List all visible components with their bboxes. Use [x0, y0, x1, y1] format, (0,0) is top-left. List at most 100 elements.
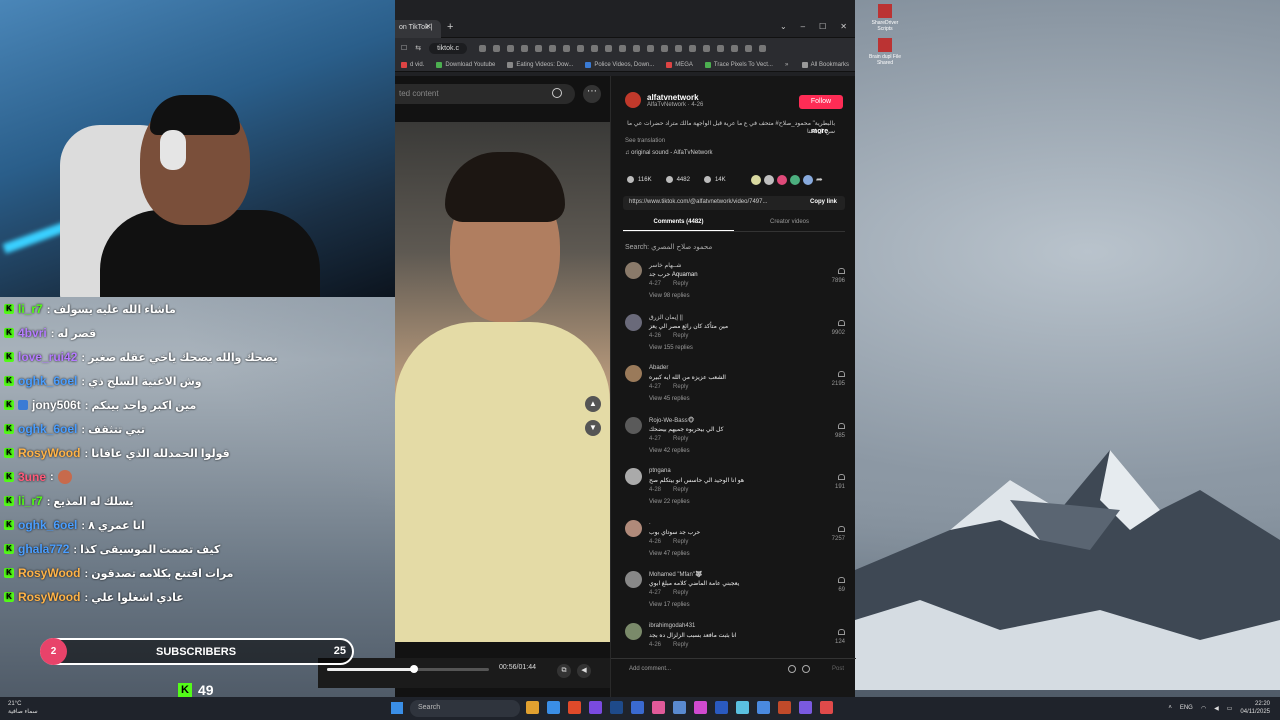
- heart-icon[interactable]: [838, 268, 845, 274]
- search-suggestion[interactable]: Search: محمود صلاح المصري: [625, 243, 712, 251]
- reply-button[interactable]: Reply: [673, 539, 688, 545]
- extension-icon[interactable]: [548, 44, 556, 52]
- extension-icon[interactable]: [562, 44, 570, 52]
- bookmarks-overflow-icon[interactable]: »: [785, 62, 788, 68]
- tab-creator-videos[interactable]: Creator videos: [734, 216, 845, 231]
- avatar[interactable]: [625, 262, 642, 279]
- reply-button[interactable]: Reply: [673, 384, 688, 390]
- comment-username[interactable]: Mohamed "Mfan"🐺: [649, 571, 702, 578]
- comment-username[interactable]: ptngana: [649, 468, 671, 474]
- heart-icon[interactable]: [838, 525, 845, 532]
- reply-button[interactable]: Reply: [673, 590, 688, 596]
- url-field[interactable]: tiktok.c: [429, 42, 467, 54]
- heart-icon[interactable]: [838, 577, 845, 583]
- bookmark-item[interactable]: Police Videos, Down...: [585, 61, 654, 68]
- copy-link-button[interactable]: Copy link: [810, 199, 837, 205]
- author-info[interactable]: alfatvnetwork AlfaTvNetwork · 4-26: [625, 92, 703, 108]
- extension-icon[interactable]: [716, 44, 724, 52]
- taskbar-app-icon[interactable]: [610, 701, 623, 714]
- close-window-icon[interactable]: ✕: [840, 22, 847, 31]
- close-tab-icon[interactable]: ✕: [425, 22, 432, 31]
- taskbar-app-icon[interactable]: [778, 701, 791, 714]
- extension-icon[interactable]: [702, 44, 710, 52]
- site-settings-icon[interactable]: ⇆: [415, 44, 421, 52]
- comment-button[interactable]: 4482: [665, 176, 690, 183]
- view-replies-link[interactable]: View 45 replies: [649, 396, 690, 402]
- save-button[interactable]: 14K: [703, 176, 726, 183]
- start-icon[interactable]: [391, 702, 403, 714]
- avatar[interactable]: [625, 468, 642, 485]
- taskbar-app-icon[interactable]: [547, 701, 560, 714]
- taskbar-app-icon[interactable]: [799, 701, 812, 714]
- taskbar-app-icon[interactable]: [820, 701, 833, 714]
- pip-icon[interactable]: ⧉: [557, 664, 571, 678]
- extension-icon[interactable]: [506, 44, 514, 52]
- taskbar-app-icon[interactable]: [652, 701, 665, 714]
- reply-button[interactable]: Reply: [673, 333, 688, 339]
- heart-icon[interactable]: [838, 474, 845, 480]
- comment-username[interactable]: شــهام خاسر: [649, 262, 681, 269]
- view-replies-link[interactable]: View 42 replies: [649, 448, 690, 454]
- reply-button[interactable]: Reply: [673, 487, 688, 493]
- wifi-icon[interactable]: ◠: [1201, 705, 1206, 712]
- bookmark-item[interactable]: Download Youtube: [436, 61, 495, 68]
- taskbar-app-icon[interactable]: [694, 701, 707, 714]
- comment-username[interactable]: Rojo-We-Bass🐵: [649, 417, 695, 424]
- extension-icon[interactable]: [674, 44, 682, 52]
- tab-tiktok[interactable]: on TikTok |: [395, 20, 441, 38]
- clock[interactable]: 22:20 04/11/2025: [1240, 700, 1270, 716]
- heart-icon[interactable]: [838, 319, 845, 326]
- heart-icon[interactable]: [838, 371, 845, 377]
- reply-button[interactable]: Reply: [673, 642, 688, 648]
- share-option-icon[interactable]: [777, 175, 787, 185]
- comment-username[interactable]: .: [649, 520, 651, 526]
- extension-icon[interactable]: [744, 44, 752, 52]
- search-input[interactable]: ted content: [395, 84, 575, 104]
- minimize-icon[interactable]: –: [801, 22, 805, 31]
- taskbar-app-icon[interactable]: [589, 701, 602, 714]
- avatar[interactable]: [625, 365, 642, 382]
- avatar[interactable]: [625, 571, 642, 588]
- taskbar-app-icon[interactable]: [736, 701, 749, 714]
- share-option-icon[interactable]: [790, 175, 800, 185]
- previous-video-button[interactable]: ▲: [585, 396, 601, 412]
- view-replies-link[interactable]: View 17 replies: [649, 602, 690, 608]
- taskbar-app-icon[interactable]: [673, 701, 686, 714]
- menu-icon[interactable]: [758, 44, 766, 52]
- next-video-button[interactable]: ▼: [585, 420, 601, 436]
- extension-icon[interactable]: [520, 44, 528, 52]
- battery-icon[interactable]: ▭: [1227, 705, 1233, 712]
- video-player[interactable]: ▲ ▼: [395, 122, 610, 642]
- extension-icon[interactable]: [730, 44, 738, 52]
- like-button[interactable]: 116K: [627, 176, 652, 183]
- avatar[interactable]: [625, 92, 641, 108]
- extension-icon[interactable]: [618, 44, 626, 52]
- seek-handle[interactable]: [410, 665, 419, 673]
- extension-icon[interactable]: [576, 44, 584, 52]
- reply-button[interactable]: Reply: [673, 281, 688, 287]
- add-comment-field[interactable]: Add comment... Post: [611, 658, 856, 680]
- bookmark-item[interactable]: Eating Videos: Dow...: [507, 61, 573, 68]
- bookmark-item[interactable]: d vid.: [401, 61, 424, 68]
- bookmark-icon[interactable]: ☐: [401, 44, 407, 52]
- bookmark-item[interactable]: Trace Pixels To Vect...: [704, 61, 773, 68]
- desktop-icon[interactable]: Brain dupl File Shared: [865, 38, 905, 66]
- share-more-icon[interactable]: ➦: [816, 175, 826, 185]
- heart-icon[interactable]: [838, 422, 845, 429]
- tab-comments[interactable]: Comments (4482): [623, 216, 734, 231]
- volume-icon[interactable]: ◀: [577, 664, 591, 678]
- heart-icon[interactable]: [838, 628, 845, 635]
- extension-icon[interactable]: [590, 44, 598, 52]
- more-link[interactable]: more: [811, 128, 828, 135]
- taskbar-app-icon[interactable]: [526, 701, 539, 714]
- comment-username[interactable]: Abader: [649, 365, 668, 371]
- extension-icon[interactable]: [660, 44, 668, 52]
- language-indicator[interactable]: ENG: [1180, 705, 1193, 711]
- view-replies-link[interactable]: View 47 replies: [649, 551, 690, 557]
- extension-icon[interactable]: [478, 44, 486, 52]
- view-replies-link[interactable]: View 98 replies: [649, 293, 690, 299]
- emoji-icon[interactable]: [802, 665, 810, 673]
- weather-widget[interactable]: 21°C سماء صافية: [8, 700, 38, 716]
- all-bookmarks[interactable]: All Bookmarks: [801, 61, 849, 68]
- comment-username[interactable]: إيمان الزرق ||: [649, 314, 683, 321]
